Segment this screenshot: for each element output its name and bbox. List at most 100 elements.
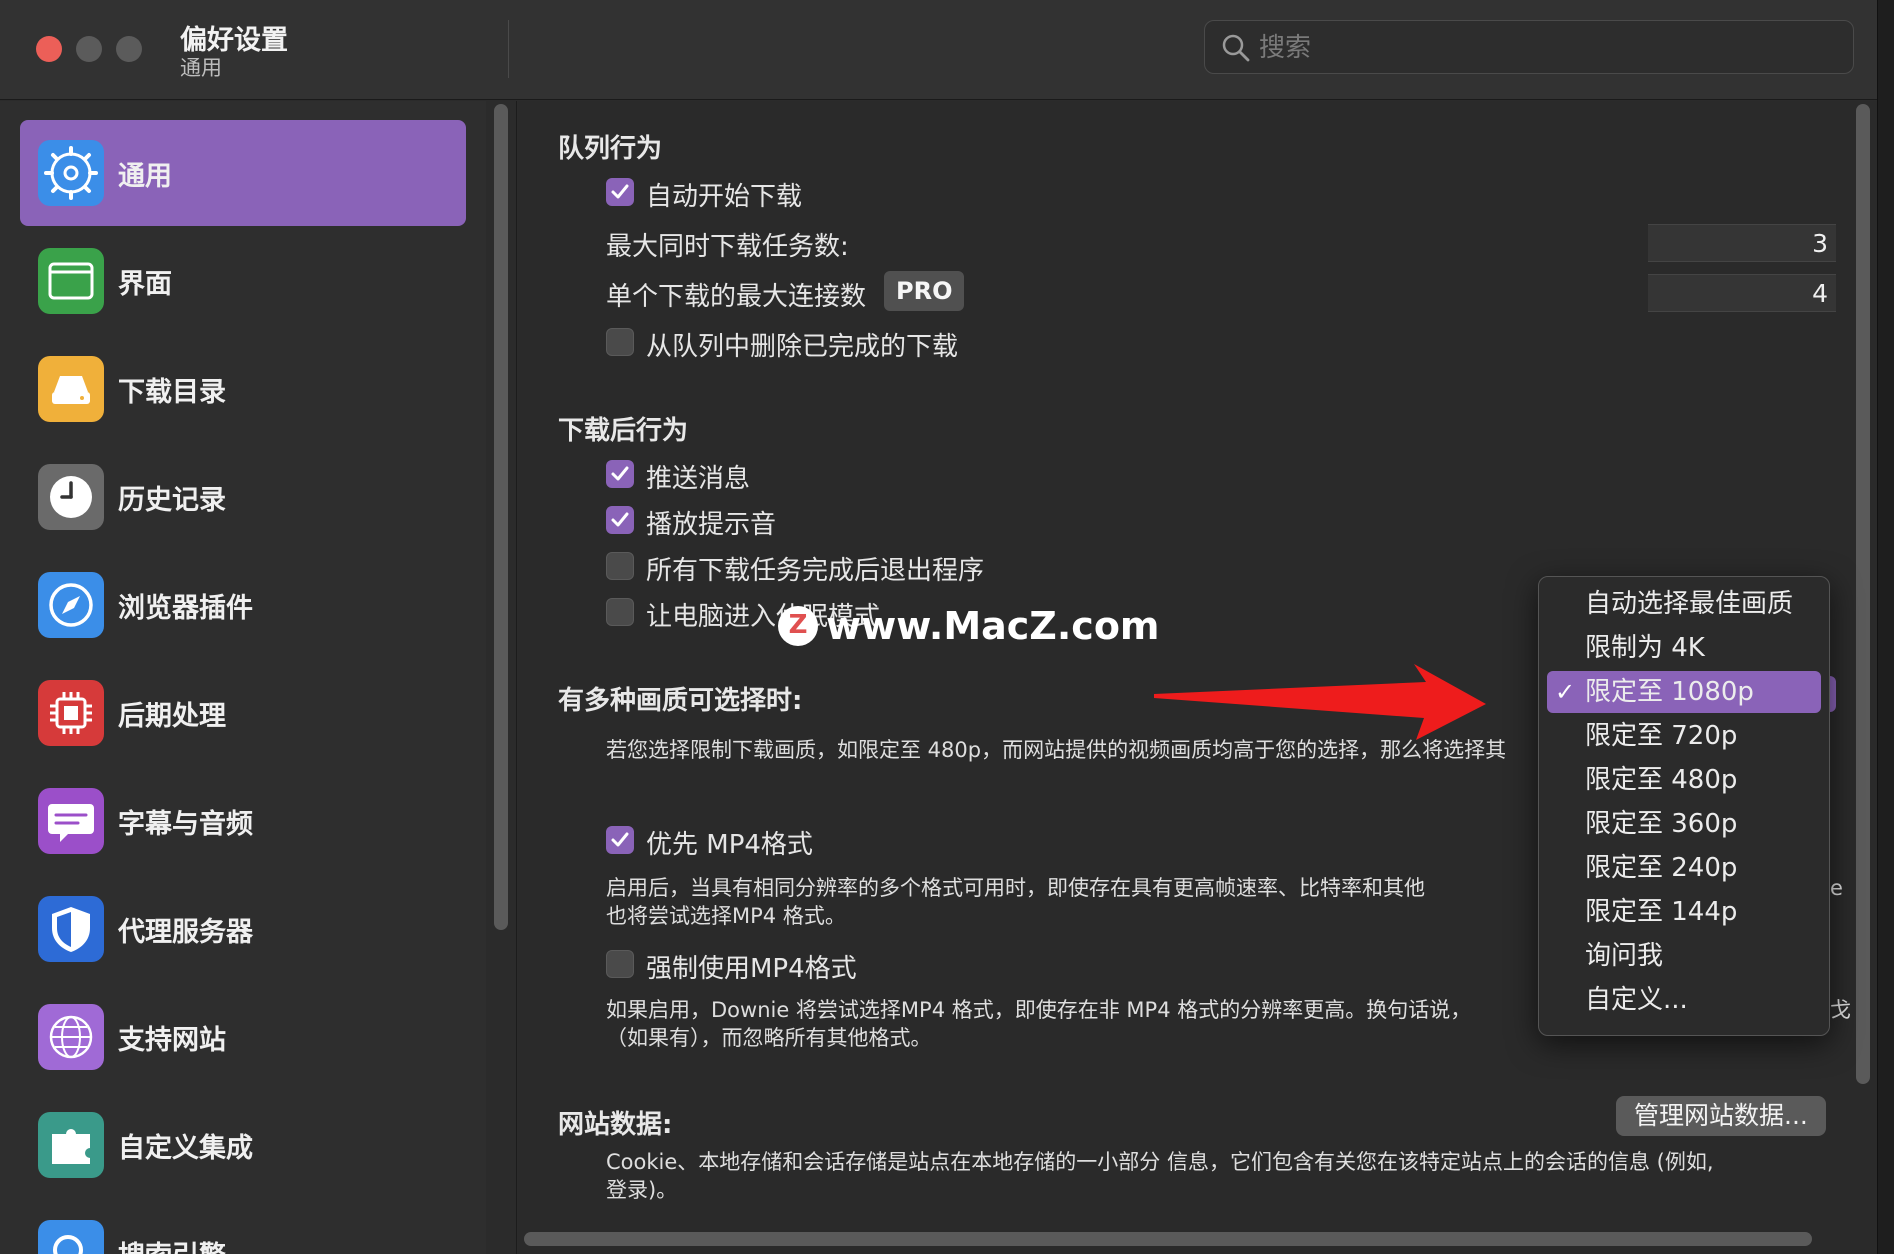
chip-icon: [50, 692, 92, 734]
sidebar-item-history[interactable]: 历史记录: [20, 444, 466, 550]
checkmark-icon: [611, 466, 629, 481]
quit-checkbox[interactable]: [606, 552, 634, 580]
sidebar-item-integration[interactable]: 自定义集成: [20, 1092, 466, 1198]
sidebar-item-label: 浏览器插件: [118, 593, 253, 624]
menu-item-144p[interactable]: 限定至 144p: [1547, 891, 1821, 933]
checkmark-icon: [611, 832, 629, 847]
max-tasks-label: 最大同时下载任务数:: [606, 232, 849, 262]
sidebar-item-proxy[interactable]: 代理服务器: [20, 876, 466, 982]
section-title-queue: 队列行为: [558, 134, 663, 164]
sidebar-item-label: 后期处理: [118, 701, 226, 732]
force-mp4-checkbox[interactable]: [606, 950, 634, 978]
checkmark-icon: [611, 184, 629, 199]
sidebar-item-supported-sites[interactable]: 支持网站: [20, 984, 466, 1090]
sound-checkbox[interactable]: [606, 506, 634, 534]
title-bar: 偏好设置 通用: [0, 0, 1877, 100]
force-mp4-desc-line2: （如果有），而忽略所有其他格式。: [606, 1026, 932, 1050]
sidebar-item-subtitles-audio[interactable]: 字幕与音频: [20, 768, 466, 874]
pro-badge: PRO: [884, 271, 965, 311]
puzzle-icon: [52, 1129, 90, 1164]
search-input[interactable]: [1259, 29, 1839, 67]
shield-icon: [52, 907, 90, 952]
preferences-window: 偏好设置 通用 搜索 通用 界面 下载目录 历史记录 浏览器插件 后期处理 字幕…: [0, 0, 1878, 1254]
remove-done-checkbox[interactable]: [606, 328, 634, 356]
section-title-after: 下载后行为: [558, 416, 689, 446]
menu-item-custom[interactable]: 自定义...: [1547, 979, 1821, 1021]
menu-item-240p[interactable]: 限定至 240p: [1547, 847, 1821, 889]
force-mp4-desc-line1: 如果启用，Downie 将尝试选择MP4 格式，即使存在非 MP4 格式的分辨率…: [606, 998, 1472, 1022]
website-data-desc-line1: Cookie、本地存储和会话存储是站点在本地存储的一小部分 信息，它们包含有关您…: [606, 1150, 1714, 1174]
sidebar-item-search-engine[interactable]: 搜索引擎: [20, 1200, 466, 1254]
search-box[interactable]: [1204, 20, 1854, 74]
sidebar-scrollbar[interactable]: [494, 104, 508, 930]
zoom-window-button[interactable]: [116, 36, 142, 62]
sidebar-item-label: 代理服务器: [118, 917, 253, 948]
force-mp4-label: 强制使用MP4格式: [646, 954, 857, 984]
sidebar-item-label: 通用: [118, 161, 172, 192]
drive-icon: [52, 376, 90, 404]
minimize-window-button[interactable]: [76, 36, 102, 62]
quit-label: 所有下载任务完成后退出程序: [646, 556, 985, 586]
caption-icon: [48, 804, 94, 842]
sidebar-item-label: 自定义集成: [118, 1133, 253, 1164]
prefer-mp4-checkbox[interactable]: [606, 826, 634, 854]
menu-item-4k[interactable]: 限制为 4K: [1547, 627, 1821, 669]
menu-item-auto-best[interactable]: 自动选择最佳画质: [1547, 583, 1821, 625]
sidebar-item-label: 搜索引擎: [118, 1234, 226, 1254]
section-title-website-data: 网站数据:: [558, 1110, 673, 1140]
manage-website-data-button[interactable]: 管理网站数据...: [1616, 1096, 1826, 1136]
max-connections-label: 单个下载的最大连接数: [606, 282, 867, 312]
quality-dropdown-menu: 自动选择最佳画质 限制为 4K ✓ 限定至 1080p 限定至 720p 限定至 …: [1538, 576, 1830, 1036]
horizontal-scrollbar[interactable]: [524, 1232, 1812, 1246]
sidebar-item-postprocess[interactable]: 后期处理: [20, 660, 466, 766]
vertical-scrollbar[interactable]: [1856, 104, 1870, 1084]
menu-item-480p[interactable]: 限定至 480p: [1547, 759, 1821, 801]
force-mp4-desc-tail: 戈: [1830, 998, 1851, 1022]
auto-start-label: 自动开始下载: [646, 182, 803, 212]
watermark-logo: Z: [778, 606, 818, 646]
search-icon: [1222, 34, 1250, 62]
watermark-text: www.MacZ.com: [826, 604, 1160, 648]
gear-icon: [44, 146, 98, 200]
titlebar-divider: [508, 20, 509, 78]
menu-item-720p[interactable]: 限定至 720p: [1547, 715, 1821, 757]
close-window-button[interactable]: [36, 36, 62, 62]
sidebar-item-label: 历史记录: [118, 485, 226, 516]
sidebar-item-label: 界面: [118, 269, 172, 300]
push-checkbox[interactable]: [606, 460, 634, 488]
prefer-mp4-label: 优先 MP4格式: [646, 830, 813, 860]
auto-start-checkbox[interactable]: [606, 178, 634, 206]
clock-icon: [50, 476, 92, 518]
checkmark-icon: ✓: [1555, 678, 1576, 706]
sidebar: 通用 界面 下载目录 历史记录 浏览器插件 后期处理 字幕与音频 代理服务器 支…: [0, 101, 486, 1254]
menu-item-1080p[interactable]: ✓ 限定至 1080p: [1547, 671, 1821, 713]
sidebar-item-label: 下载目录: [118, 377, 226, 408]
compass-icon: [49, 583, 93, 627]
sidebar-item-general[interactable]: 通用: [20, 120, 466, 226]
prefer-mp4-desc-line2: 也将尝试选择MP4 格式。: [606, 904, 846, 928]
website-data-desc-line2: 登录)。: [606, 1178, 678, 1202]
checkmark-icon: [611, 512, 629, 527]
sidebar-item-label: 支持网站: [118, 1025, 226, 1056]
push-label: 推送消息: [646, 464, 751, 494]
sidebar-item-browser-ext[interactable]: 浏览器插件: [20, 552, 466, 658]
section-title-quality: 有多种画质可选择时:: [558, 686, 803, 716]
sidebar-item-download-dir[interactable]: 下载目录: [20, 336, 466, 442]
menu-item-ask-me[interactable]: 询问我: [1547, 935, 1821, 977]
remove-done-label: 从队列中删除已完成的下载: [646, 332, 959, 362]
sleep-checkbox[interactable]: [606, 598, 634, 626]
menu-item-360p[interactable]: 限定至 360p: [1547, 803, 1821, 845]
sidebar-item-interface[interactable]: 界面: [20, 228, 466, 334]
sound-label: 播放提示音: [646, 510, 777, 540]
sidebar-item-label: 字幕与音频: [118, 809, 253, 840]
search-engine-icon: [53, 1235, 83, 1254]
prefer-mp4-desc-line1: 启用后，当具有相同分辨率的多个格式可用时，即使存在具有更高帧速率、比特率和其他: [606, 876, 1425, 900]
sidebar-separator: [516, 101, 517, 1254]
max-tasks-field[interactable]: 3: [1648, 224, 1836, 262]
window-icon: [48, 262, 94, 300]
max-connections-field[interactable]: 4: [1648, 274, 1836, 312]
globe-icon: [49, 1015, 93, 1059]
annotation-arrow-icon: [1154, 664, 1486, 740]
window-subtitle: 通用: [180, 56, 222, 80]
prefer-mp4-desc-tail: e: [1830, 876, 1843, 900]
